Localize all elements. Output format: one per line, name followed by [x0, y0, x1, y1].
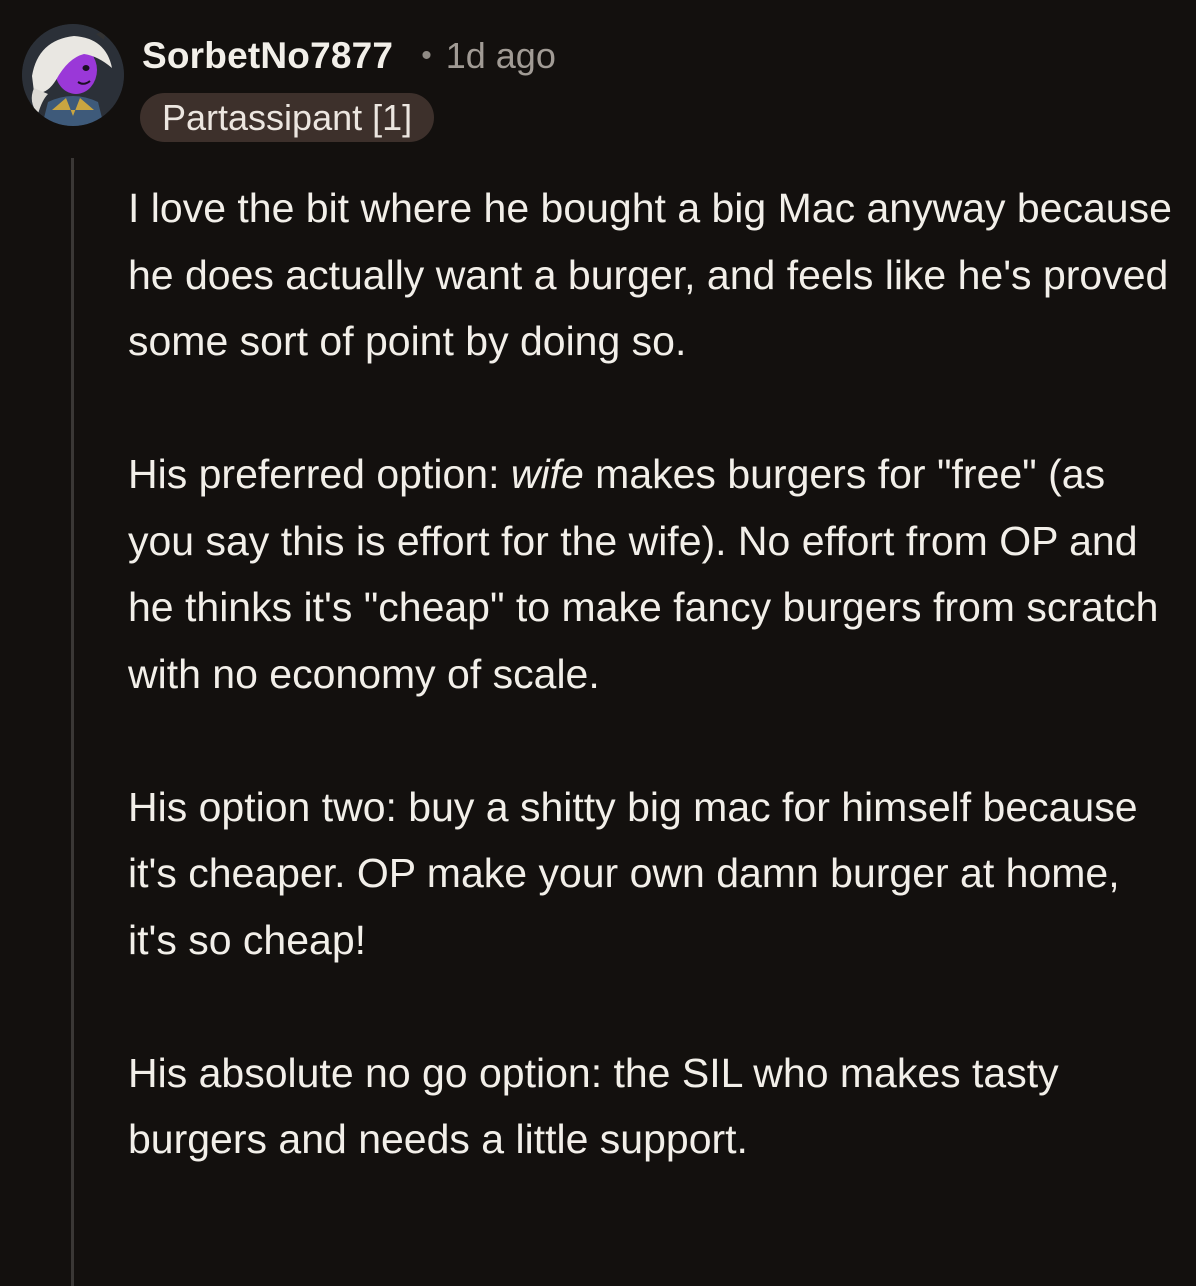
- paragraph-text: His preferred option:: [128, 451, 511, 497]
- thread-line[interactable]: [71, 158, 74, 1286]
- timestamp[interactable]: 1d ago: [446, 35, 556, 77]
- user-avatar[interactable]: [22, 24, 124, 126]
- comment-body: I love the bit where he bought a big Mac…: [128, 175, 1178, 1173]
- user-flair-badge: Partassipant [1]: [140, 93, 435, 142]
- emphasis-text: wife: [510, 451, 584, 497]
- username-link[interactable]: SorbetNo7877: [142, 35, 393, 77]
- comment-paragraph: I love the bit where he bought a big Mac…: [128, 185, 1172, 364]
- comment-paragraph: His preferred option: wife makes burgers…: [128, 441, 1178, 707]
- separator-dot: •: [421, 39, 432, 72]
- comment-header: SorbetNo7877 • 1d ago: [142, 34, 556, 78]
- comment-paragraph: His absolute no go option: the SIL who m…: [128, 1049, 1059, 1163]
- avatar-icon: [22, 24, 124, 126]
- comment-paragraph: His option two: buy a shitty big mac for…: [128, 783, 1138, 963]
